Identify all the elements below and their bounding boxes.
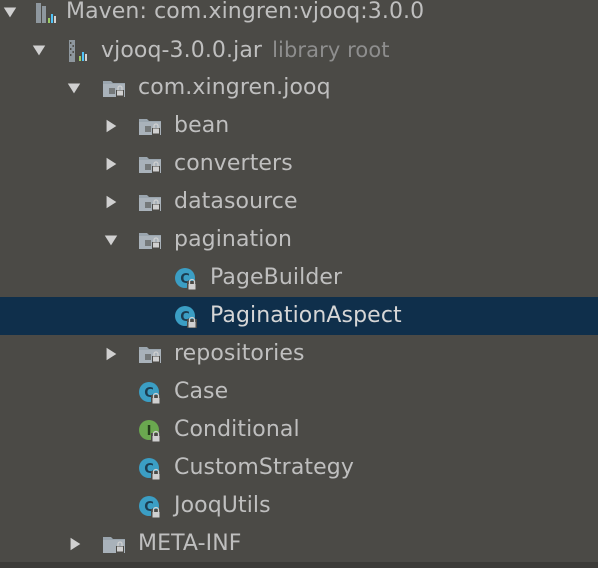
package-icon [138, 115, 162, 137]
tree-node-label: vjooq-3.0.0.jar [101, 38, 263, 63]
tree-node-label: PaginationAspect [210, 303, 402, 328]
project-tree: Maven: com.xingren:vjooq:3.0.0 vjooq-3.0… [0, 0, 598, 563]
chevron-down-icon[interactable] [65, 79, 83, 97]
tree-node-custom-strategy[interactable]: CustomStrategy [0, 449, 598, 487]
package-icon [138, 343, 162, 365]
tree-node-pagination[interactable]: pagination [0, 221, 598, 259]
tree-node-bean[interactable]: bean [0, 107, 598, 145]
tree-node-label: JooqUtils [174, 493, 271, 518]
tree-node-package-root[interactable]: com.xingren.jooq [0, 69, 598, 107]
tree-node-label: PageBuilder [210, 265, 343, 290]
class-icon [138, 495, 162, 517]
tree-node-label: com.xingren.jooq [138, 75, 331, 100]
tree-node-converters[interactable]: converters [0, 145, 598, 183]
tree-node-jar-text: vjooq-3.0.0.jar library root [101, 36, 390, 65]
chevron-right-icon[interactable] [66, 535, 84, 553]
class-icon [138, 457, 162, 479]
package-icon [102, 77, 126, 99]
tree-node-label: META-INF [138, 531, 242, 556]
tree-node-meta-inf[interactable]: META-INF [0, 525, 598, 563]
package-icon [138, 229, 162, 251]
chevron-down-icon[interactable] [1, 3, 19, 21]
tree-node-datasource[interactable]: datasource [0, 183, 598, 221]
chevron-down-icon[interactable] [30, 41, 48, 59]
chevron-right-icon[interactable] [102, 155, 120, 173]
tree-node-label: bean [174, 113, 230, 138]
folder-icon [102, 533, 126, 555]
tree-node-label: datasource [174, 189, 298, 214]
package-icon [138, 153, 162, 175]
tree-node-case[interactable]: Case [0, 373, 598, 411]
tree-node-page-builder[interactable]: PageBuilder [0, 259, 598, 297]
chevron-down-icon[interactable] [102, 231, 120, 249]
library-icon [34, 1, 58, 23]
tree-node-label: Conditional [174, 417, 300, 442]
tree-node-label: repositories [174, 341, 305, 366]
class-icon [174, 267, 198, 289]
tree-node-conditional[interactable]: Conditional [0, 411, 598, 449]
class-icon [174, 305, 198, 327]
tree-node-jooq-utils[interactable]: JooqUtils [0, 487, 598, 525]
tree-node-repositories[interactable]: repositories [0, 335, 598, 373]
chevron-right-icon[interactable] [102, 193, 120, 211]
panel-bottom-border [0, 562, 598, 568]
tree-node-label: pagination [174, 227, 293, 252]
library-root-suffix: library root [272, 38, 390, 62]
chevron-right-icon[interactable] [102, 117, 120, 135]
tree-node-label: Maven: com.xingren:vjooq:3.0.0 [66, 0, 425, 24]
tree-node-jar[interactable]: vjooq-3.0.0.jar library root [0, 31, 598, 69]
jar-icon [66, 39, 90, 61]
tree-node-label: CustomStrategy [174, 455, 354, 480]
tree-node-label: Case [174, 379, 229, 404]
tree-node-pagination-aspect[interactable]: PaginationAspect [0, 297, 598, 335]
interface-icon [138, 419, 162, 441]
class-icon [138, 381, 162, 403]
tree-node-maven-root[interactable]: Maven: com.xingren:vjooq:3.0.0 [0, 0, 598, 31]
chevron-right-icon[interactable] [102, 345, 120, 363]
tree-node-label: converters [174, 151, 293, 176]
package-icon [138, 191, 162, 213]
